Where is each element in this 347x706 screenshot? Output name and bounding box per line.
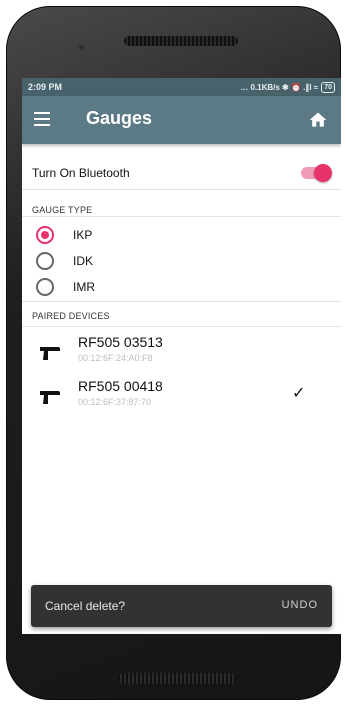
divider — [22, 189, 341, 190]
device-mac-address: 00:12:6F:37:87:70 — [78, 397, 152, 407]
bluetooth-toggle[interactable] — [301, 164, 332, 182]
status-indicators: … 0.1KB/s ✱ ⏰ .∥l ≈ 70 — [240, 81, 335, 93]
gauge-option-ikp[interactable]: IKP — [22, 222, 341, 248]
snackbar: Cancel delete? UNDO — [31, 585, 332, 627]
snackbar-message: Cancel delete? — [45, 599, 126, 613]
toggle-knob — [314, 164, 332, 182]
gauge-option-label: IMR — [73, 280, 95, 294]
check-icon: ✓ — [292, 385, 306, 402]
earpiece-speaker — [124, 36, 238, 46]
bottom-speaker — [118, 673, 236, 684]
paired-device-item[interactable]: RF505 03513 00:12:6F:24:A0:F8 — [22, 334, 341, 380]
radio-unselected-icon[interactable] — [36, 252, 54, 270]
status-time: 2:09 PM — [28, 82, 63, 92]
gauge-option-label: IKP — [73, 228, 93, 242]
radio-selected-icon[interactable] — [36, 226, 54, 244]
device-name: RF505 00418 — [78, 378, 163, 394]
front-camera — [78, 44, 85, 51]
paired-devices-header: PAIRED DEVICES — [32, 311, 110, 321]
divider — [22, 301, 341, 302]
gauge-device-icon — [40, 347, 60, 360]
app-screen: 2:09 PM … 0.1KB/s ✱ ⏰ .∥l ≈ 70 Gauges Tu… — [22, 78, 341, 634]
battery-icon: 70 — [321, 81, 335, 93]
device-mac-address: 00:12:6F:24:A0:F8 — [78, 353, 153, 363]
bluetooth-row[interactable]: Turn On Bluetooth — [22, 158, 341, 188]
status-icons: … 0.1KB/s ✱ ⏰ .∥l ≈ — [240, 82, 319, 92]
divider — [22, 326, 341, 327]
gauge-device-icon — [40, 391, 60, 404]
paired-device-item[interactable]: RF505 00418 00:12:6F:37:87:70 ✓ — [22, 378, 341, 424]
radio-unselected-icon[interactable] — [36, 278, 54, 296]
bluetooth-label: Turn On Bluetooth — [32, 166, 130, 180]
gauge-type-header: GAUGE TYPE — [32, 205, 93, 215]
status-bar: 2:09 PM … 0.1KB/s ✱ ⏰ .∥l ≈ 70 — [22, 78, 341, 96]
app-bar: Gauges — [22, 96, 341, 144]
gauge-option-label: IDK — [73, 254, 94, 268]
undo-button[interactable]: UNDO — [282, 599, 318, 611]
home-icon[interactable] — [308, 110, 328, 130]
device-name: RF505 03513 — [78, 334, 163, 350]
page-title: Gauges — [86, 108, 153, 128]
gauge-option-imr[interactable]: IMR — [22, 274, 341, 300]
divider — [22, 216, 341, 217]
gauge-option-idk[interactable]: IDK — [22, 248, 341, 274]
hamburger-menu-icon[interactable] — [34, 112, 50, 126]
